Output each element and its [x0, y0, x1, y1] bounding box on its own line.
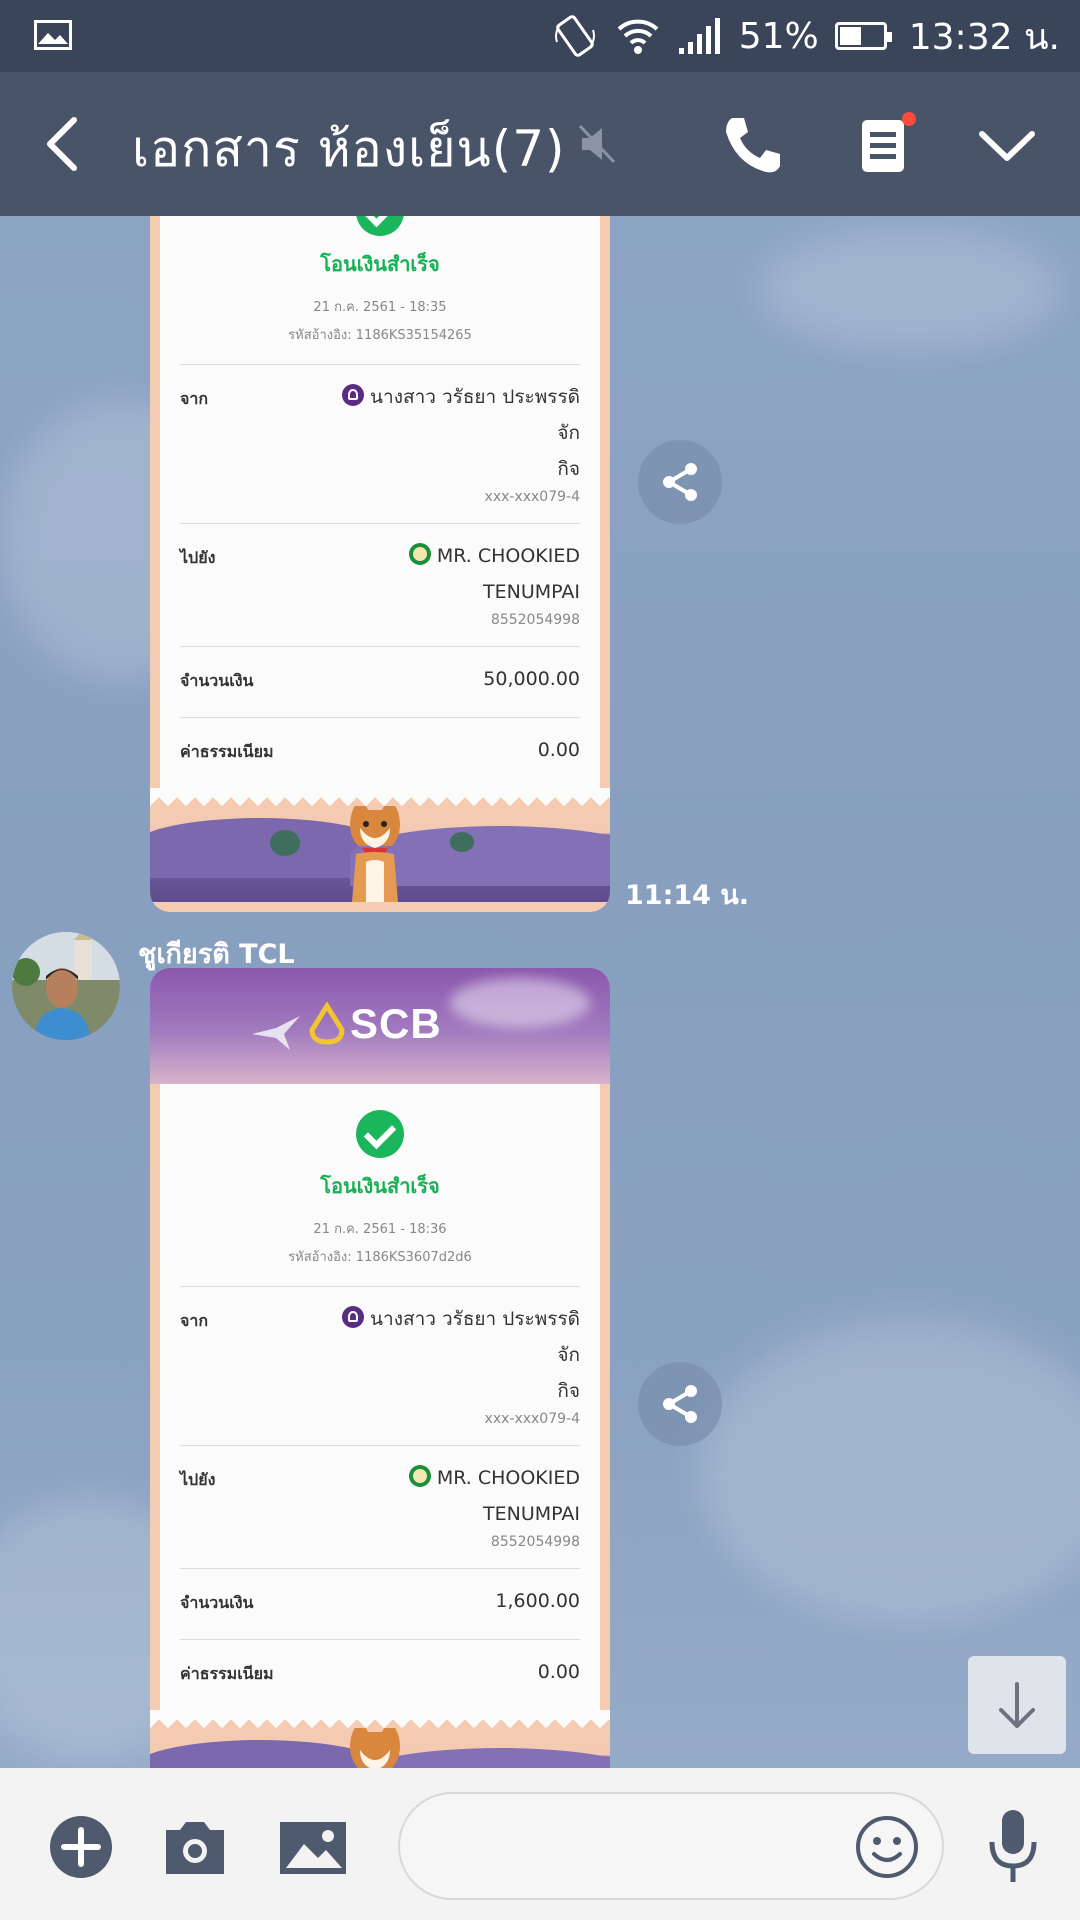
chevron-down-icon[interactable]	[972, 110, 1042, 180]
gallery-icon	[34, 20, 72, 50]
arrow-down-icon	[999, 1682, 1035, 1728]
battery-percent: 51%	[738, 15, 819, 57]
mic-icon[interactable]	[978, 1806, 1048, 1886]
avatar-photo	[12, 932, 120, 1040]
receipt-banner: SCB	[150, 968, 610, 1084]
bird-icon	[252, 1016, 300, 1050]
signal-icon	[678, 18, 720, 54]
bank-logo-text: SCB	[350, 1000, 442, 1047]
kbank-bank-icon	[408, 542, 431, 565]
share-icon	[663, 1385, 697, 1423]
receipt-image[interactable]: โอนเงินสำเร็จ 21 ก.ค. 2561 - 18:35 รหัสอ้…	[150, 216, 610, 912]
status-bar: 51% 13:32 น.	[0, 0, 1080, 72]
notes-button[interactable]	[848, 110, 918, 180]
receipt-image[interactable]: SCB โอนเงินสำเร็จ 21 ก.ค. 2561 - 18:36 รห…	[150, 968, 610, 1768]
transfer-date: 21 ก.ค. 2561 - 18:35	[313, 300, 447, 315]
scb-bank-icon	[342, 383, 365, 406]
back-arrow-icon[interactable]	[38, 112, 88, 176]
kbank-bank-icon	[408, 1464, 431, 1487]
plus-icon[interactable]	[46, 1812, 116, 1882]
scb-bank-icon	[342, 1305, 365, 1328]
battery-icon	[834, 22, 892, 50]
to-row: ไปยัง MR. CHOOKIED TENUMPAI 8552054998	[160, 1446, 600, 1568]
transfer-ref: รหัสอ้างอิง: 1186KS35154265	[288, 328, 472, 343]
chat-header: เอกสาร ห้องเย็น(7)	[0, 72, 1080, 216]
from-row: จาก นางสาว วรัธยา ประพรรดิจัก กิจ xxx-xx…	[160, 1287, 600, 1445]
share-icon	[663, 463, 697, 501]
shiba-dog-illustration	[350, 806, 400, 902]
clock: 13:32 น.	[908, 16, 1060, 58]
message-input[interactable]	[430, 1824, 834, 1870]
transfer-date: 21 ก.ค. 2561 - 18:36	[313, 1222, 447, 1237]
receipt-illustration	[150, 806, 610, 902]
to-row: ไปยัง MR. CHOOKIED TENUMPAI 8552054998	[160, 524, 600, 646]
share-button[interactable]	[638, 1362, 722, 1446]
transfer-ref: รหัสอ้างอิง: 1186KS3607d2d6	[288, 1250, 472, 1265]
wifi-icon	[617, 19, 659, 54]
shiba-dog-illustration	[350, 1728, 400, 1768]
fee-row: ค่าธรรมเนียม 0.00	[180, 1661, 580, 1683]
rotate-icon	[554, 15, 595, 57]
message-time: 11:14 น.	[625, 880, 750, 911]
from-row: จาก นางสาว วรัธยา ประพรรดิจัก กิจ xxx-xx…	[160, 365, 600, 523]
camera-icon[interactable]	[160, 1812, 230, 1882]
composer-bar	[0, 1768, 1080, 1920]
success-check-icon	[356, 1110, 404, 1158]
avatar[interactable]	[12, 932, 120, 1040]
emoji-icon[interactable]	[854, 1814, 920, 1880]
image-icon[interactable]	[276, 1812, 350, 1882]
mute-icon	[578, 124, 616, 164]
scb-logo-icon	[309, 1002, 345, 1045]
transfer-status: โอนเงินสำเร็จ	[320, 252, 440, 276]
amount-row: จำนวนเงิน 1,600.00	[180, 1590, 580, 1612]
notification-dot	[902, 112, 916, 126]
fee-row: ค่าธรรมเนียม 0.00	[180, 739, 580, 761]
phone-icon[interactable]	[718, 110, 788, 180]
receipt-illustration	[150, 1728, 610, 1768]
transfer-status: โอนเงินสำเร็จ	[320, 1174, 440, 1198]
message-input-box[interactable]	[398, 1792, 944, 1900]
scroll-to-bottom-button[interactable]	[968, 1656, 1066, 1754]
share-button[interactable]	[638, 440, 722, 524]
success-check-icon	[356, 216, 404, 236]
chat-title[interactable]: เอกสาร ห้องเย็น(7)	[132, 110, 566, 189]
amount-row: จำนวนเงิน 50,000.00	[180, 668, 580, 690]
